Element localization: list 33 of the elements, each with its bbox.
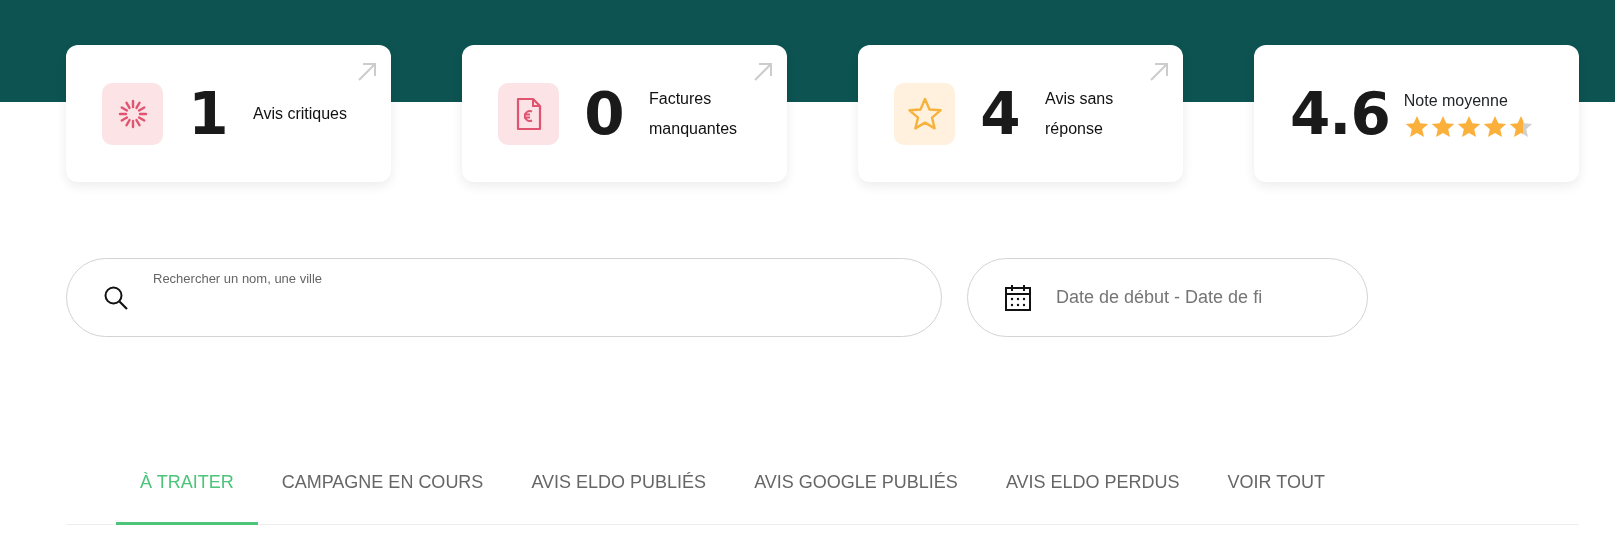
stat-label: Avis critiques	[253, 103, 348, 124]
search-field[interactable]: Rechercher un nom, une ville	[66, 258, 942, 337]
spinner-icon	[117, 98, 148, 129]
stat-label: Factures manquantes	[649, 88, 739, 139]
tab[interactable]: CAMPAGNE EN COURS	[257, 457, 508, 525]
star-icon	[1403, 114, 1430, 139]
stat-card[interactable]: 1 Avis critiques	[66, 45, 391, 182]
tab[interactable]: AVIS ELDO PERDUS	[981, 457, 1204, 525]
search-icon	[103, 284, 129, 311]
arrow-icon[interactable]	[357, 61, 377, 82]
star-icon	[1481, 114, 1508, 139]
stat-label: Avis sans réponse	[1045, 88, 1115, 139]
star-icon	[1507, 114, 1534, 139]
stat-value: 4.6	[1290, 84, 1390, 143]
invoice-icon	[515, 96, 542, 131]
stat-value: 1	[187, 84, 229, 143]
search-label: Rechercher un nom, une ville	[153, 270, 323, 288]
arrow-icon[interactable]	[1149, 61, 1169, 82]
star-icon	[906, 96, 943, 131]
date-range-picker[interactable]: Date de début - Date de fi	[967, 258, 1368, 337]
stat-card[interactable]: 4 Avis sans réponse	[858, 45, 1183, 182]
arrow-icon[interactable]	[753, 61, 773, 82]
calendar-icon	[1004, 283, 1032, 312]
stat-value: 0	[583, 84, 625, 143]
tab[interactable]: VOIR TOUT	[1203, 457, 1349, 525]
stat-label: Note moyenne	[1403, 90, 1509, 111]
stat-card[interactable]: 0 Factures manquantes	[462, 45, 787, 182]
date-range-field[interactable]: Date de début - Date de fi	[1054, 283, 1354, 312]
tab[interactable]: AVIS GOOGLE PUBLIÉS	[730, 457, 982, 525]
tab[interactable]: AVIS ELDO PUBLIÉS	[507, 457, 731, 525]
star-icon	[1429, 114, 1456, 139]
stat-value: 4	[979, 84, 1021, 143]
star-icon	[1455, 114, 1482, 139]
